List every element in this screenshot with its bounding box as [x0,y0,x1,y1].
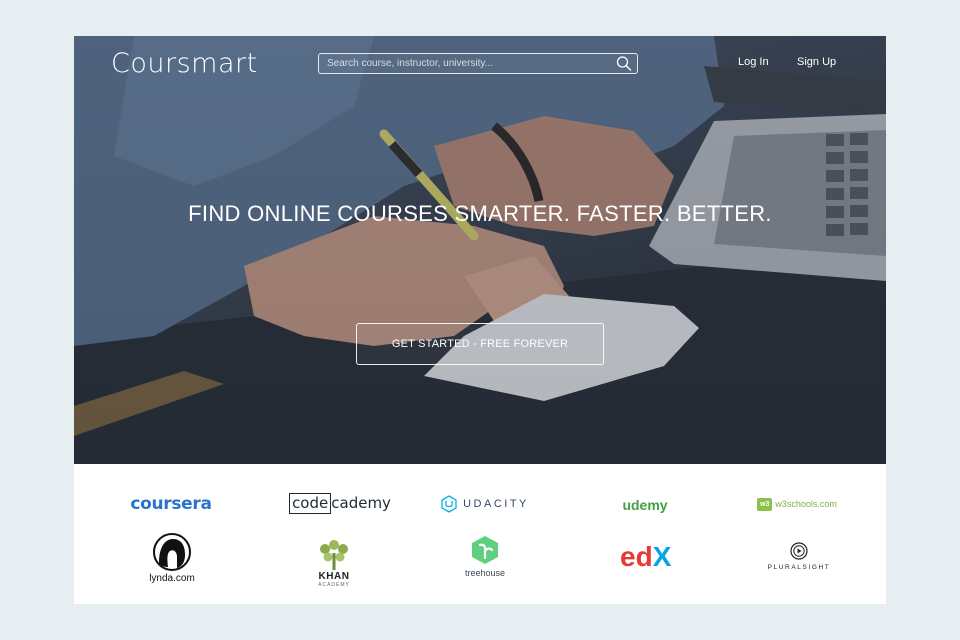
edx-logo-icon: edX [620,541,672,571]
partner-edx[interactable]: edX [618,536,678,576]
hero-section: Coursmart Log In Sign Up FIND ONLINE COU… [74,36,886,464]
partner-udacity[interactable]: UDACITY [439,494,531,514]
w3schools-badge: w3 [757,497,773,511]
codecademy-rest: cademy [331,494,391,512]
search-input[interactable] [319,54,609,73]
pluralsight-play-icon [790,541,808,560]
partner-lynda[interactable]: lynda.com [136,530,208,586]
codecademy-code-box: code [289,492,332,514]
partner-treehouse[interactable]: treehouse [456,532,514,580]
hero-headline: FIND ONLINE COURSES SMARTER. FASTER. BET… [188,200,772,226]
treehouse-leaf-icon [472,535,498,564]
partner-pluralsight[interactable]: PLURALSIGHT [754,538,844,574]
signup-link[interactable]: Sign Up [797,56,836,68]
search-icon[interactable] [615,55,633,72]
page-frame: Coursmart Log In Sign Up FIND ONLINE COU… [74,36,886,604]
partner-codecademy[interactable]: code cademy [288,490,392,516]
udacity-logo-icon [441,495,457,513]
search-box [318,53,638,74]
partner-udemy[interactable]: udemy [614,494,676,516]
khan-sub-label: ACADEMY [318,581,350,588]
lynda-label: lynda.com [149,572,195,584]
udacity-label: UDACITY [463,498,529,510]
site-logo[interactable]: Coursmart [111,48,258,79]
edx-ed-text: edX [620,541,672,571]
pluralsight-label: PLURALSIGHT [767,563,831,571]
partner-khan-academy[interactable]: KHAN ACADEMY [306,530,362,594]
w3schools-label: w3schools.com [775,499,837,509]
get-started-button[interactable]: GET STARTED - FREE FOREVER [356,323,604,365]
partner-w3schools[interactable]: w3 w3schools.com [752,494,842,514]
khan-tree-icon [320,539,348,570]
treehouse-label: treehouse [464,567,506,578]
login-link[interactable]: Log In [738,56,769,68]
lynda-face-icon [153,532,191,571]
khan-label: KHAN [318,570,350,582]
partner-coursera[interactable]: coursera [122,492,220,516]
partners-section: coursera code cademy UDACITY udemy w3 w3s… [74,464,886,604]
hero-overlay [74,36,886,464]
